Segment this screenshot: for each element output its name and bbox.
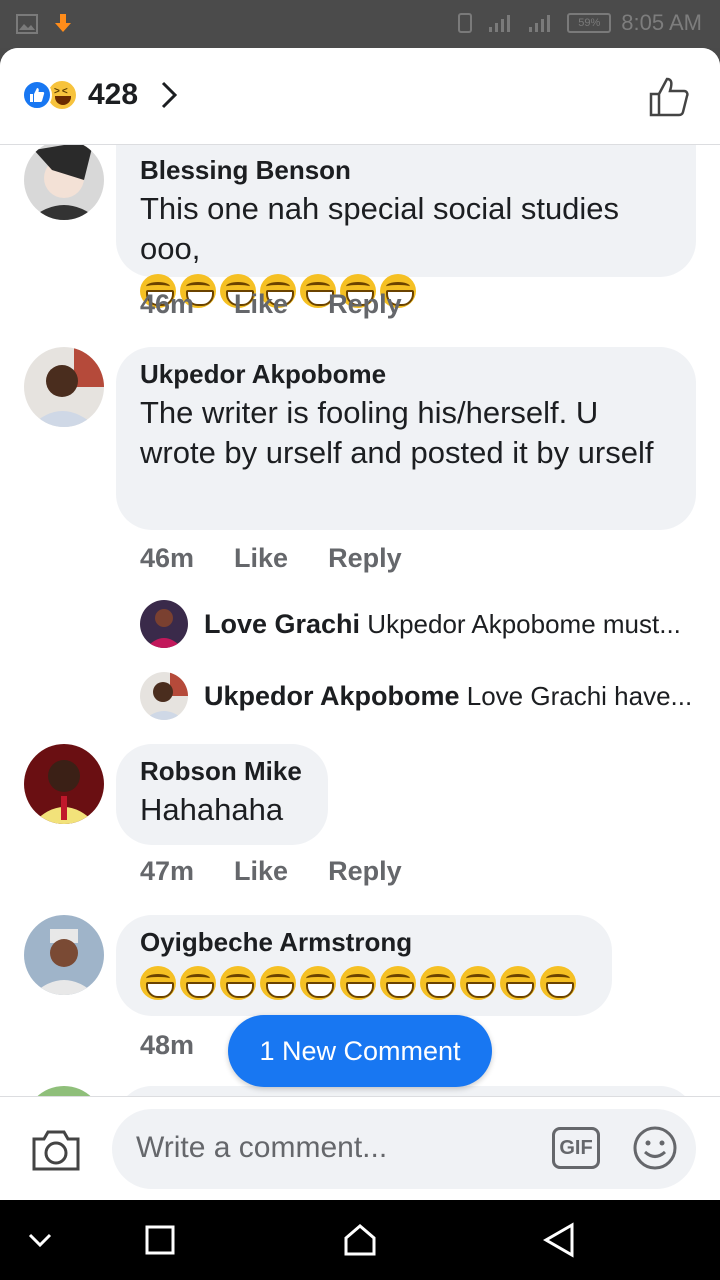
comment-actions: 46m Like Reply bbox=[140, 543, 402, 574]
laughing-emoji-icon bbox=[540, 965, 576, 1000]
reactions-header: >< 428 bbox=[0, 48, 720, 145]
avatar[interactable] bbox=[24, 744, 104, 824]
avatar[interactable] bbox=[24, 140, 104, 220]
comment-composer: Write a comment... GIF bbox=[0, 1096, 720, 1200]
home-icon[interactable] bbox=[342, 1222, 378, 1258]
reply-body: Love Grachi have... bbox=[466, 680, 693, 711]
camera-icon[interactable] bbox=[30, 1127, 82, 1173]
laughing-emoji-icon bbox=[420, 965, 456, 1000]
chevron-down-icon[interactable] bbox=[26, 1230, 54, 1250]
comment-bubble[interactable]: Oyigbeche Armstrong bbox=[116, 915, 612, 1016]
comment-text bbox=[140, 961, 586, 1001]
reply-body: Ukpedor Akpobome must... bbox=[367, 608, 681, 639]
system-navigation-bar bbox=[0, 1200, 720, 1280]
like-button[interactable]: Like bbox=[234, 289, 288, 320]
avatar[interactable] bbox=[24, 347, 104, 427]
comment-actions: 46m Like Reply bbox=[140, 289, 402, 320]
laughing-emoji-icon bbox=[220, 965, 256, 1000]
reply-preview[interactable]: Love Grachi Ukpedor Akpobome must... bbox=[140, 600, 700, 648]
laughing-emoji-icon bbox=[180, 965, 216, 1000]
like-reaction-icon bbox=[22, 80, 52, 110]
reactions-summary[interactable]: >< 428 bbox=[22, 78, 178, 112]
reply-text: Love Grachi Ukpedor Akpobome must... bbox=[204, 609, 681, 640]
comments-sheet: >< 428 Blessing Benson This one nah spec… bbox=[0, 48, 720, 1200]
comment-bubble[interactable]: Ukpedor Akpobome The writer is fooling h… bbox=[116, 347, 696, 530]
comment-body: This one nah special social studies ooo, bbox=[140, 191, 620, 266]
comment-time: 46m bbox=[140, 543, 195, 573]
reply-preview[interactable]: Ukpedor Akpobome Love Grachi have... bbox=[140, 672, 700, 720]
laughing-emoji-icon bbox=[260, 965, 296, 1000]
chevron-right-icon[interactable] bbox=[160, 80, 178, 110]
comment-time: 47m bbox=[140, 856, 195, 886]
comment-author[interactable]: Robson Mike bbox=[140, 752, 302, 790]
laughing-emoji-icon bbox=[500, 965, 536, 1000]
status-bar: 59% 8:05 AM bbox=[0, 0, 720, 48]
avatar bbox=[140, 600, 188, 648]
recents-icon[interactable] bbox=[144, 1224, 176, 1256]
battery-icon: 59% bbox=[567, 13, 612, 33]
comment-time: 46m bbox=[140, 289, 195, 319]
emoji-icon[interactable] bbox=[632, 1125, 678, 1171]
like-button[interactable]: Like bbox=[234, 856, 288, 887]
like-button[interactable]: Like bbox=[234, 543, 288, 574]
reply-author[interactable]: Love Grachi bbox=[204, 609, 360, 639]
reply-text: Ukpedor Akpobome Love Grachi have... bbox=[204, 681, 692, 712]
laughing-emoji-icon bbox=[460, 965, 496, 1000]
comment-actions: 47m Like Reply bbox=[140, 856, 402, 887]
comment-author[interactable]: Ukpedor Akpobome bbox=[140, 355, 670, 393]
back-icon[interactable] bbox=[542, 1222, 576, 1258]
comment-text: Hahahaha bbox=[140, 792, 284, 827]
reply-button[interactable]: Reply bbox=[328, 856, 402, 887]
avatar bbox=[140, 672, 188, 720]
comment-author[interactable]: Oyigbeche Armstrong bbox=[140, 923, 586, 961]
comment-bubble[interactable]: Robson Mike Hahahaha bbox=[116, 744, 328, 845]
new-comment-button[interactable]: 1 New Comment bbox=[228, 1015, 492, 1087]
laughing-emoji-icon bbox=[140, 965, 176, 1000]
comment-actions: 48m bbox=[140, 1030, 194, 1061]
laughing-emoji-icon bbox=[340, 965, 376, 1000]
reply-author[interactable]: Ukpedor Akpobome bbox=[204, 681, 460, 711]
comment-time: 48m bbox=[140, 1030, 195, 1060]
comment-text: The writer is fooling his/herself. U wro… bbox=[140, 395, 654, 470]
vibrate-icon bbox=[458, 13, 473, 33]
reply-button[interactable]: Reply bbox=[328, 289, 402, 320]
download-icon bbox=[55, 14, 71, 32]
comment-author[interactable]: Blessing Benson bbox=[140, 151, 670, 189]
like-post-icon[interactable] bbox=[648, 76, 690, 118]
comment-input-placeholder: Write a comment... bbox=[136, 1131, 388, 1164]
comment-input[interactable]: Write a comment... GIF bbox=[112, 1109, 696, 1189]
signal-icon-2 bbox=[529, 15, 551, 32]
comment-bubble[interactable]: Blessing Benson This one nah special soc… bbox=[116, 145, 696, 308]
laughing-emoji-icon bbox=[380, 965, 416, 1000]
reply-button[interactable]: Reply bbox=[328, 543, 402, 574]
clock: 8:05 AM bbox=[621, 10, 702, 35]
signal-icon bbox=[489, 15, 511, 32]
reaction-count: 428 bbox=[88, 78, 139, 111]
laughing-emoji-icon bbox=[300, 965, 336, 1000]
gallery-icon bbox=[16, 14, 38, 34]
avatar[interactable] bbox=[24, 915, 104, 995]
gif-button[interactable]: GIF bbox=[552, 1127, 600, 1169]
